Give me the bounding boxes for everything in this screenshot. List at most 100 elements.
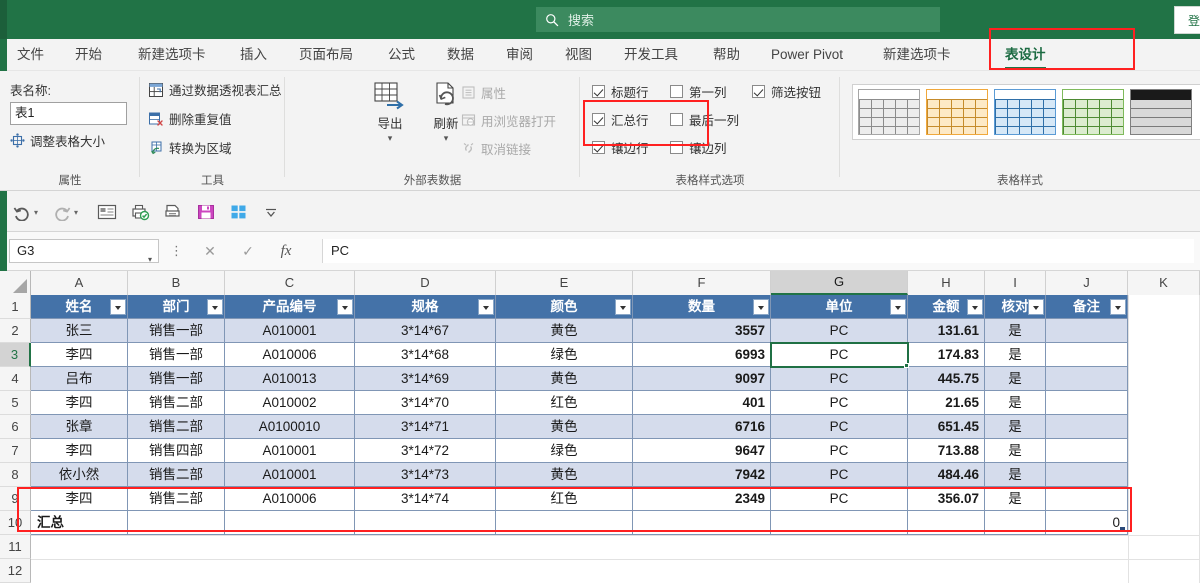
total-row-dropdown-marker-icon[interactable] — [1120, 527, 1125, 532]
row-header-4[interactable]: 4 — [0, 367, 31, 391]
table-row[interactable]: 9647 — [633, 439, 771, 463]
table-row[interactable]: A010001 — [225, 463, 355, 487]
table-row[interactable]: A0100010 — [225, 415, 355, 439]
refresh-dropdown-icon[interactable]: ▾ — [444, 134, 449, 143]
table-row[interactable]: 356.07 — [908, 487, 985, 511]
filter-button-amount[interactable] — [967, 299, 983, 315]
row-header-11[interactable]: 11 — [0, 535, 31, 559]
table-style-swatch-green[interactable] — [1062, 89, 1124, 135]
tab-new-tab-2[interactable]: 新建选项卡 — [880, 39, 954, 71]
column-header-j[interactable]: J — [1046, 271, 1128, 295]
table-row[interactable]: 是 — [985, 367, 1046, 391]
export-dropdown-icon[interactable]: ▾ — [388, 134, 393, 143]
column-header-c[interactable]: C — [225, 271, 355, 295]
row-header-9[interactable]: 9 — [0, 487, 31, 511]
total-row-cell[interactable] — [128, 511, 225, 535]
table-row[interactable]: 3557 — [633, 319, 771, 343]
print-preview-button[interactable] — [130, 201, 150, 223]
table-row[interactable]: 是 — [985, 487, 1046, 511]
column-header-k[interactable]: K — [1128, 271, 1200, 295]
table-row[interactable]: 销售一部 — [128, 367, 225, 391]
table-row[interactable]: 黄色 — [496, 367, 633, 391]
total-row-cell[interactable] — [496, 511, 633, 535]
column-header-d[interactable]: D — [355, 271, 496, 295]
form-button[interactable] — [97, 201, 117, 223]
table-row[interactable]: 吕布 — [31, 367, 128, 391]
table-style-swatch-dark[interactable] — [1130, 89, 1192, 135]
tab-home[interactable]: 开始 — [72, 39, 105, 71]
row-header-2[interactable]: 2 — [0, 319, 31, 343]
table-row[interactable]: PC — [771, 487, 908, 511]
table-row[interactable]: 是 — [985, 319, 1046, 343]
table-row[interactable]: 6993 — [633, 343, 771, 367]
filter-button-check[interactable] — [1028, 299, 1044, 315]
row-header-7[interactable]: 7 — [0, 439, 31, 463]
column-header-b[interactable]: B — [128, 271, 225, 295]
checkbox-filter-button[interactable]: 筛选按钮 — [752, 82, 821, 101]
table-row[interactable]: 3*14*73 — [355, 463, 496, 487]
table-row[interactable]: PC — [771, 463, 908, 487]
table-row[interactable] — [1046, 487, 1128, 511]
tab-new-tab-1[interactable]: 新建选项卡 — [135, 39, 209, 71]
table-row[interactable]: 绿色 — [496, 343, 633, 367]
row-header-8[interactable]: 8 — [0, 463, 31, 487]
table-row[interactable]: 3*14*70 — [355, 391, 496, 415]
filter-button-remark[interactable] — [1110, 299, 1126, 315]
checkbox-last-column[interactable]: 最后一列 — [670, 110, 739, 129]
redo-button[interactable]: ▾ — [52, 201, 78, 223]
table-row[interactable] — [1046, 391, 1128, 415]
table-header-unit[interactable]: 单位 — [771, 295, 908, 319]
table-row[interactable] — [1046, 319, 1128, 343]
table-row[interactable] — [1046, 463, 1128, 487]
table-row[interactable] — [1046, 367, 1128, 391]
table-row[interactable]: 713.88 — [908, 439, 985, 463]
table-row[interactable]: 131.61 — [908, 319, 985, 343]
remove-duplicates-button[interactable]: 删除重复值 — [148, 109, 232, 128]
total-row-value[interactable]: 0 — [1046, 511, 1128, 535]
table-style-swatch-blue[interactable] — [994, 89, 1056, 135]
table-row[interactable]: 9097 — [633, 367, 771, 391]
table-row[interactable]: PC — [771, 415, 908, 439]
table-row-active-cell[interactable]: PC — [771, 343, 908, 367]
tab-review[interactable]: 审阅 — [503, 39, 536, 71]
table-row[interactable]: 李四 — [31, 343, 128, 367]
table-header-quantity[interactable]: 数量 — [633, 295, 771, 319]
table-row[interactable]: A010002 — [225, 391, 355, 415]
checkbox-banded-columns[interactable]: 镶边列 — [670, 138, 727, 157]
total-row-cell[interactable] — [355, 511, 496, 535]
column-header-f[interactable]: F — [633, 271, 771, 295]
table-row[interactable]: 484.46 — [908, 463, 985, 487]
table-row[interactable]: 3*14*72 — [355, 439, 496, 463]
table-row[interactable]: 3*14*68 — [355, 343, 496, 367]
table-row[interactable]: 445.75 — [908, 367, 985, 391]
table-row[interactable]: 黄色 — [496, 415, 633, 439]
table-row[interactable]: 是 — [985, 343, 1046, 367]
total-row-label[interactable]: 汇总 — [31, 511, 128, 535]
total-row-cell[interactable] — [985, 511, 1046, 535]
table-row[interactable]: 3*14*67 — [355, 319, 496, 343]
resize-table-button[interactable]: 调整表格大小 — [10, 131, 105, 150]
table-row[interactable]: 3*14*71 — [355, 415, 496, 439]
table-style-swatch-light-gray[interactable] — [858, 89, 920, 135]
table-row[interactable]: 黄色 — [496, 319, 633, 343]
formula-bar-grip[interactable]: ⋮ — [170, 244, 183, 258]
table-row[interactable]: A010006 — [225, 487, 355, 511]
name-box-dropdown-icon[interactable]: ▾ — [148, 249, 152, 271]
table-header-spec[interactable]: 规格 — [355, 295, 496, 319]
tab-power-pivot[interactable]: Power Pivot — [768, 39, 846, 71]
row-header-6[interactable]: 6 — [0, 415, 31, 439]
table-row[interactable]: 是 — [985, 391, 1046, 415]
table-row[interactable]: 174.83 — [908, 343, 985, 367]
undo-button[interactable]: ▾ — [12, 201, 38, 223]
table-row[interactable]: 销售二部 — [128, 487, 225, 511]
table-row[interactable]: 401 — [633, 391, 771, 415]
table-name-input[interactable]: 表1 — [10, 102, 127, 125]
redo-dropdown-icon[interactable]: ▾ — [74, 208, 78, 217]
filter-button-name[interactable] — [110, 299, 126, 315]
formula-input[interactable]: PC — [322, 239, 1194, 263]
table-row[interactable]: 是 — [985, 439, 1046, 463]
apps-button[interactable] — [229, 201, 249, 223]
table-row[interactable]: 张三 — [31, 319, 128, 343]
total-row-cell[interactable] — [225, 511, 355, 535]
filter-button-color[interactable] — [615, 299, 631, 315]
